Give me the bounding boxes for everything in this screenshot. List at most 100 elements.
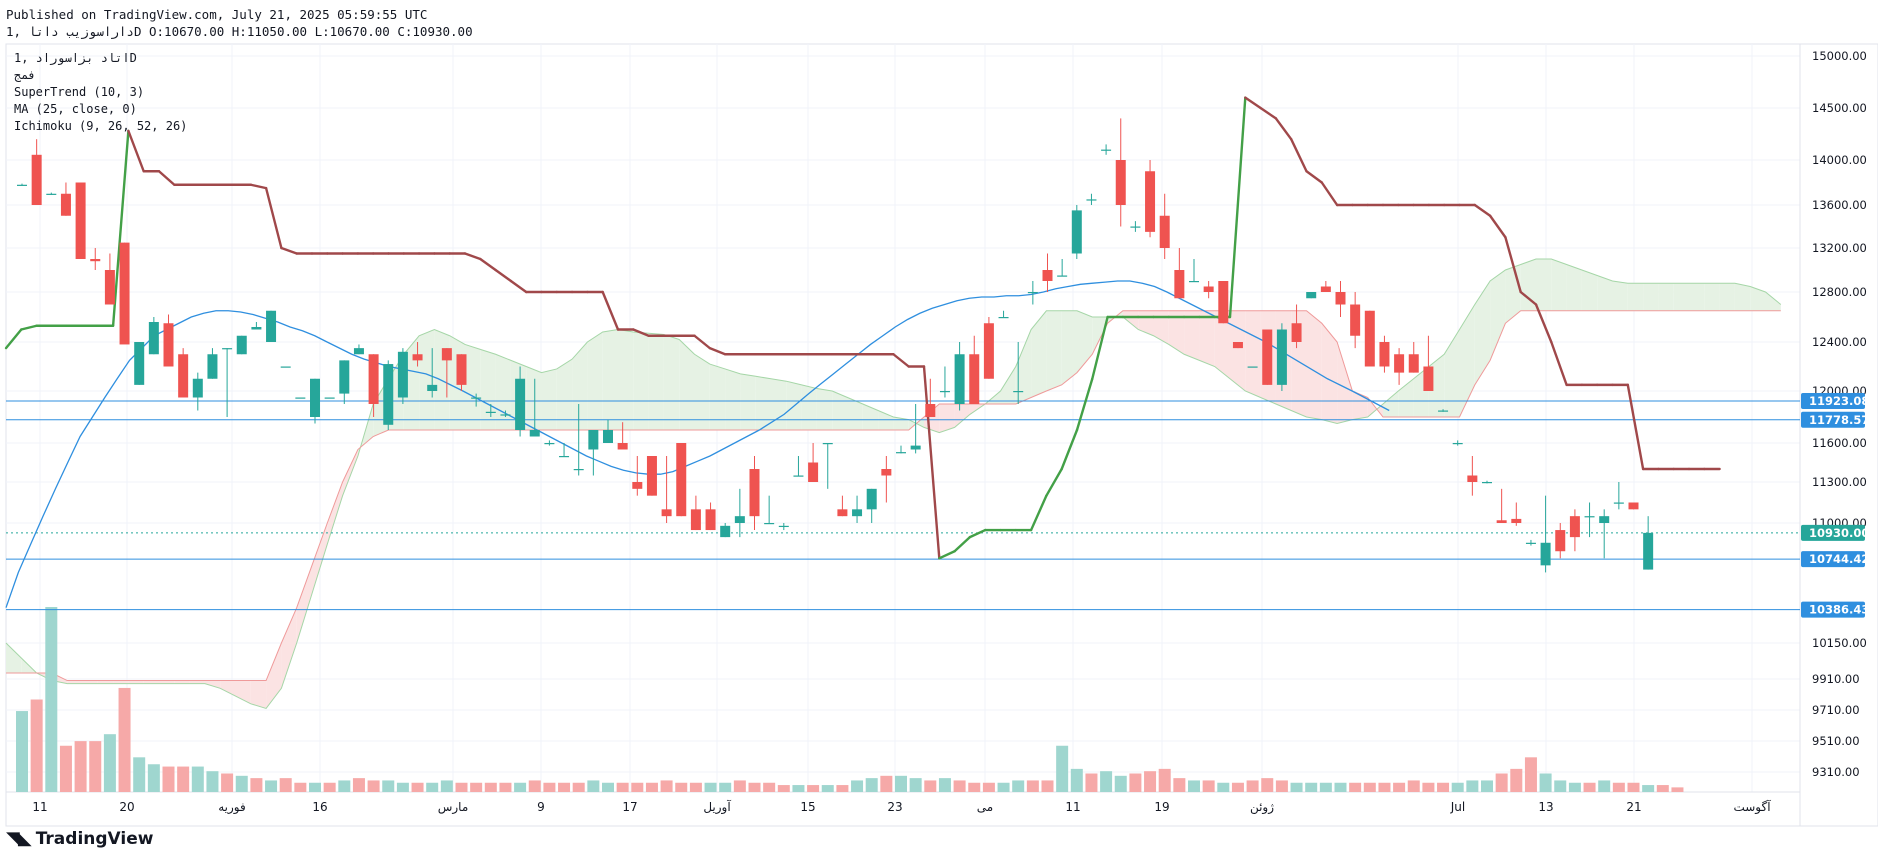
candle-body[interactable] — [1613, 502, 1624, 504]
candle-body[interactable] — [1628, 502, 1639, 510]
candle-body[interactable] — [1540, 542, 1551, 566]
candle-body[interactable] — [1086, 199, 1097, 201]
candle-body[interactable] — [1013, 391, 1024, 393]
candle-body[interactable] — [925, 404, 936, 417]
candle-body[interactable] — [222, 348, 233, 350]
candle-body[interactable] — [1643, 532, 1654, 570]
candle-body[interactable] — [1467, 475, 1478, 483]
candle-body[interactable] — [46, 193, 57, 195]
candle-body[interactable] — [1511, 518, 1522, 523]
candle-body[interactable] — [881, 469, 892, 476]
candle-body[interactable] — [1584, 516, 1595, 518]
candle-body[interactable] — [603, 430, 613, 443]
candle-body[interactable] — [1525, 542, 1536, 544]
candle-body[interactable] — [617, 443, 628, 450]
candle-body[interactable] — [1599, 516, 1610, 523]
candle-body[interactable] — [1218, 281, 1229, 324]
candle-body[interactable] — [1555, 530, 1566, 552]
candle-body[interactable] — [676, 443, 687, 517]
candle-body[interactable] — [1452, 443, 1463, 445]
candle-body[interactable] — [1350, 304, 1361, 336]
candle-body[interactable] — [734, 516, 745, 523]
candle-body[interactable] — [515, 378, 526, 430]
candle-body[interactable] — [427, 384, 438, 391]
candle-body[interactable] — [353, 348, 364, 355]
candle-body[interactable] — [1203, 286, 1214, 293]
candle-body[interactable] — [1423, 366, 1434, 392]
candle-body[interactable] — [1276, 329, 1287, 385]
candle-body[interactable] — [529, 430, 540, 437]
legend-ichimoku[interactable]: Ichimoku (9, 26, 52, 26) — [14, 119, 187, 133]
candle-body[interactable] — [1042, 270, 1053, 281]
candle-body[interactable] — [1057, 275, 1068, 277]
candle-body[interactable] — [690, 509, 701, 531]
candle-body[interactable] — [192, 378, 203, 398]
candle-body[interactable] — [588, 430, 599, 450]
candle-body[interactable] — [339, 360, 350, 394]
candle-body[interactable] — [1291, 323, 1302, 342]
candle-body[interactable] — [280, 366, 291, 368]
candle-body[interactable] — [1145, 171, 1156, 232]
candle-body[interactable] — [1232, 342, 1243, 349]
candle-body[interactable] — [632, 482, 643, 489]
candle-body[interactable] — [852, 509, 863, 517]
candle-body[interactable] — [1159, 215, 1170, 248]
candle-body[interactable] — [31, 154, 42, 205]
candle-body[interactable] — [1101, 149, 1112, 151]
candle-body[interactable] — [866, 488, 877, 510]
candle-body[interactable] — [1438, 410, 1449, 412]
candle-body[interactable] — [969, 354, 980, 404]
candle-body[interactable] — [1115, 160, 1126, 205]
candle-body[interactable] — [1364, 310, 1375, 367]
candle-body[interactable] — [573, 469, 584, 471]
candle-body[interactable] — [485, 411, 496, 413]
candle-body[interactable] — [412, 354, 423, 361]
candle-body[interactable] — [1247, 366, 1258, 368]
candle-body[interactable] — [559, 456, 570, 458]
candle-body[interactable] — [310, 378, 320, 417]
candle-body[interactable] — [324, 397, 335, 399]
candle-body[interactable] — [500, 414, 511, 416]
candle-body[interactable] — [1569, 516, 1580, 538]
candle-body[interactable] — [954, 354, 965, 404]
tradingview-brand[interactable]: ◥◣ TradingView — [6, 828, 153, 849]
candle-body[interactable] — [910, 445, 921, 450]
candle-body[interactable] — [207, 354, 218, 379]
candle-body[interactable] — [939, 391, 950, 393]
candle-body[interactable] — [397, 351, 408, 398]
time-axis[interactable]: 11 20 فوریه 16 مارس 9 17 آوریل 15 23 می 11 19 ژوئن Jul… — [32, 799, 1771, 815]
candle-body[interactable] — [119, 242, 130, 345]
legend-ma[interactable]: MA (25, close, 0) — [14, 102, 137, 116]
candle-body[interactable] — [178, 354, 189, 398]
candle-body[interactable] — [1482, 482, 1492, 484]
candle-body[interactable] — [471, 397, 482, 399]
legend-supertrend[interactable]: SuperTrend (10, 3) — [14, 85, 144, 99]
price-axis[interactable]: 15000.00 14500.00 14000.00 13600.00 13200.00… — [1801, 49, 1869, 779]
candle-body[interactable] — [1130, 226, 1141, 228]
candle-body[interactable] — [705, 509, 716, 531]
candle-body[interactable] — [60, 193, 71, 216]
candle-body[interactable] — [1027, 292, 1038, 294]
candle-body[interactable] — [661, 509, 672, 517]
candle-body[interactable] — [251, 327, 262, 330]
price-chart[interactable]: 15000.00 14500.00 14000.00 13600.00 13200.00… — [0, 0, 1878, 858]
candle-body[interactable] — [163, 323, 174, 367]
candle-body[interactable] — [148, 322, 159, 355]
candle-body[interactable] — [983, 323, 994, 379]
candle-body[interactable] — [998, 317, 1009, 319]
candle-body[interactable] — [236, 335, 247, 355]
candle-body[interactable] — [266, 310, 277, 342]
candle-body[interactable] — [896, 452, 906, 454]
candle-body[interactable] — [1408, 354, 1419, 373]
candle-body[interactable] — [1306, 292, 1317, 299]
candle-body[interactable] — [1262, 329, 1273, 385]
candle-body[interactable] — [1320, 286, 1331, 293]
candle-body[interactable] — [1335, 292, 1346, 305]
candle-body[interactable] — [808, 462, 819, 483]
candle-body[interactable] — [1189, 281, 1199, 283]
candle-body[interactable] — [749, 469, 760, 517]
candle-body[interactable] — [1379, 342, 1390, 367]
candle-body[interactable] — [1071, 210, 1082, 254]
candle-body[interactable] — [90, 259, 101, 262]
candle-body[interactable] — [17, 184, 27, 186]
